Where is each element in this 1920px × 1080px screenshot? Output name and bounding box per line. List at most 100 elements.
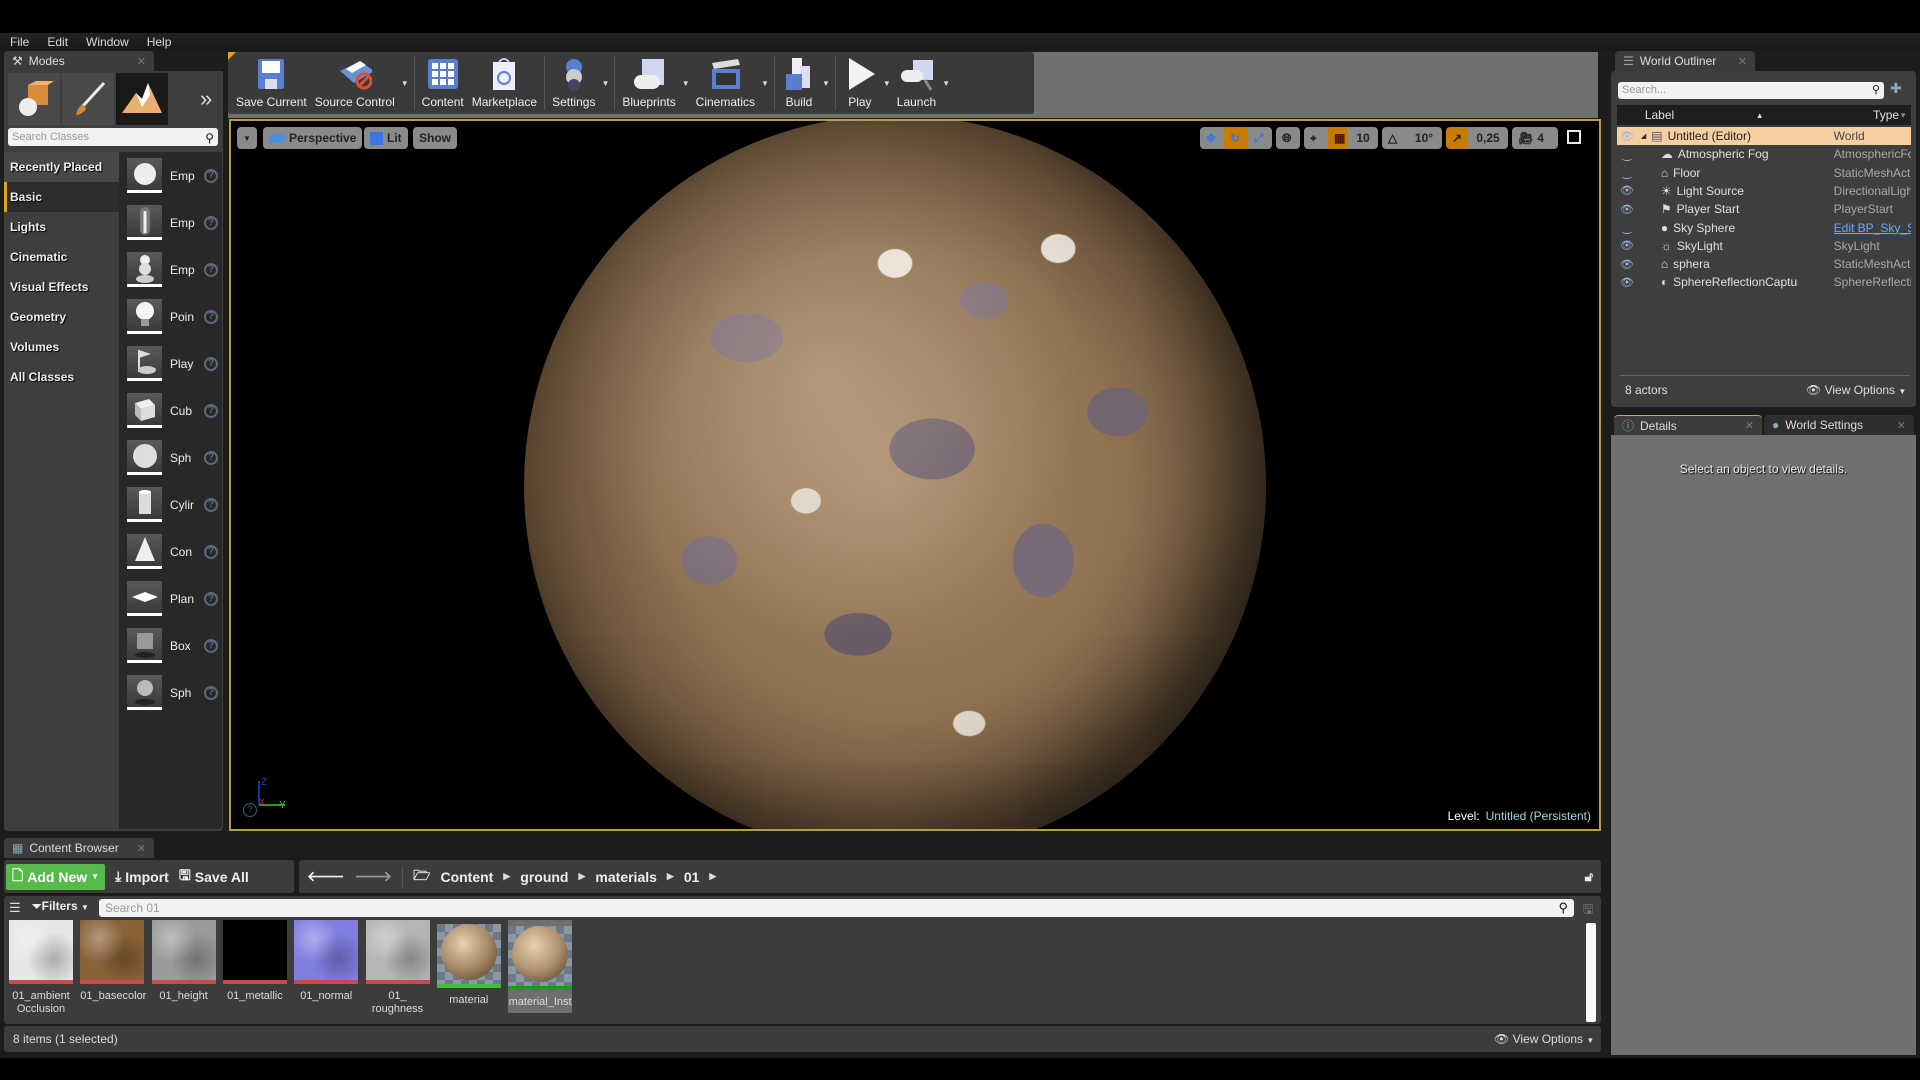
category-basic[interactable]: Basic [4,182,119,212]
grid-snap-toggle[interactable]: ▦ [1328,127,1348,149]
asset-tile[interactable]: 01_basecolor [80,920,146,1003]
source-control-dropdown-icon[interactable]: ▼ [401,79,409,88]
menu-file[interactable]: File [10,35,29,49]
edit-blueprint-link[interactable]: Edit BP_Sky_S [1834,221,1911,235]
cinematics-dropdown-icon[interactable]: ▼ [761,79,769,88]
breadcrumb-materials[interactable]: materials [595,869,656,885]
add-folder-icon[interactable]: ✚ [1890,80,1902,97]
close-icon[interactable]: ✕ [1745,419,1754,432]
list-item[interactable]: Poin? [119,293,222,340]
eye-icon[interactable]: 👁︎ [1617,239,1637,252]
list-item[interactable]: Con? [119,528,222,575]
menu-help[interactable]: Help [147,35,172,49]
expand-arrow-icon[interactable]: ◢ [1641,132,1646,140]
rotation-snap-value[interactable]: 10° [1406,127,1442,149]
cinematics-button[interactable]: Cinematics [692,54,759,112]
asset-tile[interactable]: material_Inst [508,920,573,1013]
outliner-row[interactable]: ‿ ● Sky Sphere Edit BP_Sky_S [1617,219,1911,237]
translate-tool-button[interactable]: ✥ [1200,127,1224,149]
maximize-viewport-icon[interactable] [1567,130,1581,144]
lit-button[interactable]: Lit [364,127,408,149]
help-icon[interactable]: ? [204,685,218,700]
outliner-row[interactable]: ‿ ☁ Atmospheric Fog AtmosphericFc [1617,145,1911,163]
content-view-options-button[interactable]: 👁︎ View Options ▼ [1494,1032,1594,1046]
breadcrumb-ground[interactable]: ground [520,869,568,885]
label-column-header[interactable]: Label [1637,108,1756,122]
scale-tool-button[interactable]: ⤢ [1248,127,1272,149]
list-item[interactable]: Play? [119,340,222,387]
perspective-button[interactable]: Perspective [263,127,363,149]
filters-button[interactable]: ⏷Filters ▼ [32,899,89,914]
rotate-tool-button[interactable]: ↻ [1224,127,1248,149]
rotation-snap-toggle[interactable]: △ [1382,127,1406,149]
help-icon[interactable]: ? [204,497,218,512]
list-item[interactable]: Plan? [119,575,222,622]
list-item[interactable]: Sph? [119,434,222,481]
eye-closed-icon[interactable]: ‿ [1617,148,1637,161]
level-name[interactable]: Untitled (Persistent) [1486,809,1591,823]
help-icon[interactable]: ? [204,450,218,465]
paint-mode-button[interactable] [62,73,114,125]
help-icon[interactable]: ? [204,168,218,183]
place-mode-button[interactable] [8,73,60,125]
asset-tile[interactable]: 01_ roughness [365,920,430,1016]
eye-icon[interactable]: 👁︎ [1617,276,1637,289]
scale-snap-toggle[interactable]: ↗ [1446,127,1468,149]
asset-tile[interactable]: 01_metallic [222,920,287,1003]
menu-edit[interactable]: Edit [47,35,68,49]
help-icon[interactable]: ? [204,215,218,230]
build-dropdown-icon[interactable]: ▼ [822,79,830,88]
asset-search-input[interactable]: Search 01 ⚲ [99,899,1574,917]
close-icon[interactable]: ✕ [1738,55,1747,68]
back-arrow-icon[interactable]: 🡐 [307,868,345,885]
content-browser-tab[interactable]: ▦ Content Browser ✕ [4,838,154,858]
eye-icon[interactable]: 👁︎ [1617,130,1637,143]
add-new-button[interactable]: 🗋︎ Add New ▼ [6,863,106,890]
category-visual-effects[interactable]: Visual Effects [4,272,119,302]
help-icon[interactable]: ? [243,803,257,817]
forward-arrow-icon[interactable]: 🡒 [355,868,393,885]
category-geometry[interactable]: Geometry [4,302,119,332]
close-icon[interactable]: ✕ [137,842,146,855]
asset-tile[interactable]: 01_ambient Occlusion [9,920,73,1016]
blueprints-dropdown-icon[interactable]: ▼ [682,79,690,88]
outliner-row[interactable]: 👁︎ ⌂ sphera StaticMeshAct [1617,255,1911,273]
lock-icon[interactable]: 🔓︎ [1585,869,1593,885]
save-current-button[interactable]: Save Current [232,54,311,112]
scale-snap-value[interactable]: 0,25 [1468,127,1508,149]
blueprints-button[interactable]: Blueprints [618,54,679,112]
close-icon[interactable]: ✕ [1897,419,1906,432]
show-button[interactable]: Show [413,127,457,149]
outliner-row[interactable]: ‿ ⌂ Floor StaticMeshAct [1617,164,1911,182]
category-volumes[interactable]: Volumes [4,332,119,362]
play-button[interactable]: Play [839,54,881,112]
launch-dropdown-icon[interactable]: ▼ [942,79,950,88]
more-modes-icon[interactable]: » [200,86,212,112]
category-all-classes[interactable]: All Classes [4,362,119,392]
world-local-button[interactable]: 🌐︎ [1276,127,1300,149]
source-control-button[interactable]: Source Control [311,54,399,112]
asset-tile[interactable]: 01_normal [294,920,359,1003]
modes-tab[interactable]: ⚒ Modes ✕ [4,51,154,71]
eye-closed-icon[interactable]: ‿ [1617,221,1637,234]
type-column-header[interactable]: Type [1835,108,1899,122]
breadcrumb-separator-icon[interactable]: ▶ [579,871,586,882]
outliner-row[interactable]: 👁︎ ⚑ Player Start PlayerStart [1617,200,1911,218]
material-preview-sphere[interactable] [524,121,1266,829]
surface-snap-button[interactable]: ⌖ [1304,127,1328,149]
level-viewport[interactable]: ▼ Perspective Lit Show ✥ ↻ ⤢ 🌐︎ ⌖ ▦ 10 △… [229,119,1601,831]
asset-tile[interactable]: 01_height [151,920,216,1003]
content-button[interactable]: Content [418,54,468,112]
breadcrumb-separator-icon[interactable]: ▶ [667,871,674,882]
world-outliner-tab[interactable]: ☰ World Outliner ✕ [1615,51,1755,71]
launch-button[interactable]: Launch [893,54,940,112]
eye-closed-icon[interactable]: ‿ [1617,166,1637,179]
breadcrumb-separator-icon[interactable]: ▶ [709,871,716,882]
category-lights[interactable]: Lights [4,212,119,242]
help-icon[interactable]: ? [204,638,218,653]
marketplace-button[interactable]: Marketplace [468,54,541,112]
save-search-icon[interactable]: 🖫︎ [1583,900,1593,921]
outliner-row[interactable]: 👁︎ ◢ ▤ Untitled (Editor) World [1617,127,1911,145]
details-tab[interactable]: ⓘ Details ✕ [1614,415,1762,435]
eye-icon[interactable]: 👁︎ [1617,184,1637,197]
